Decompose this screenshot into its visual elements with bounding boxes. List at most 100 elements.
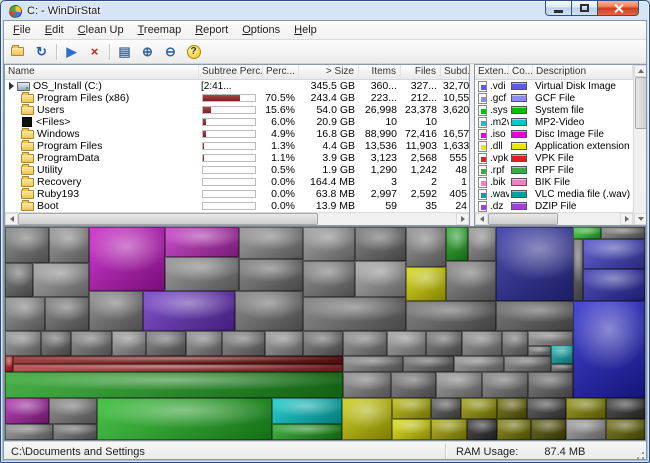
treemap-block[interactable] (497, 398, 527, 419)
scroll-track[interactable] (634, 129, 647, 213)
scroll-track[interactable] (558, 213, 620, 225)
treemap-block[interactable] (41, 331, 71, 355)
refresh-button[interactable]: ↻ (30, 41, 53, 62)
treemap-block[interactable] (33, 263, 90, 297)
tree-row-files[interactable]: <Files>6.0%20.9 GB1010 (5, 116, 469, 128)
treemap-block[interactable] (165, 257, 239, 291)
treemap-block[interactable] (446, 227, 468, 261)
treemap-block[interactable] (528, 331, 574, 345)
treemap-block[interactable] (436, 372, 482, 398)
treemap-block[interactable] (146, 331, 186, 355)
treemap-block[interactable] (467, 419, 497, 440)
treemap-block[interactable] (355, 227, 407, 261)
extension-row-bik[interactable]: .bikBIK File (475, 176, 633, 188)
title-bar[interactable]: C: - WinDirStat (3, 1, 647, 20)
scroll-thumb[interactable] (635, 77, 647, 129)
scroll-right-button[interactable] (620, 213, 633, 225)
copy-button[interactable]: ▤ (113, 41, 136, 62)
treemap-block[interactable] (496, 301, 583, 331)
tree-row-ruby193[interactable]: Ruby1930.0%63.8 MB2,9972,592405 (5, 188, 469, 200)
treemap-block[interactable] (272, 398, 342, 424)
extension-row-rpf[interactable]: .rpfRPF File (475, 164, 633, 176)
treemap-block[interactable] (391, 372, 437, 398)
scroll-thumb[interactable] (488, 213, 558, 225)
treemap-block[interactable] (601, 227, 645, 239)
treemap-block[interactable] (431, 398, 461, 419)
play-button[interactable]: ▶ (60, 41, 83, 62)
minimize-button[interactable] (545, 1, 572, 16)
extension-row-vpk[interactable]: .vpkVPK File (475, 152, 633, 164)
column-header-exten[interactable]: Exten... (475, 65, 509, 79)
treemap-block[interactable] (5, 263, 33, 297)
tree-row-recovery[interactable]: Recovery0.0%164.4 MB321 (5, 176, 469, 188)
treemap-block[interactable] (461, 398, 497, 419)
treemap-block[interactable] (446, 261, 496, 301)
scroll-left-button[interactable] (475, 213, 488, 225)
treemap-block[interactable] (45, 297, 90, 331)
extension-row-dll[interactable]: .dllApplication extension (475, 140, 633, 152)
tree-row-programdata[interactable]: ProgramData1.1%3.9 GB3,1232,568555 (5, 152, 469, 164)
menu-file[interactable]: File (6, 22, 38, 38)
treemap-block[interactable] (303, 297, 406, 331)
treemap-block[interactable] (387, 331, 427, 355)
treemap-block[interactable] (566, 419, 606, 440)
treemap-block[interactable] (468, 227, 496, 261)
treemap-block[interactable] (5, 424, 53, 440)
treemap-block[interactable] (573, 227, 601, 239)
delete-button[interactable]: × (83, 41, 106, 62)
treemap-block[interactable] (527, 398, 567, 419)
treemap-block[interactable] (496, 227, 583, 301)
treemap-block[interactable] (426, 331, 462, 355)
column-header-files[interactable]: Files (401, 65, 441, 79)
treemap-block[interactable] (186, 331, 222, 355)
column-header-items[interactable]: Items (359, 65, 401, 79)
column-header-description[interactable]: Description (533, 65, 633, 79)
extension-vertical-scrollbar[interactable] (633, 65, 647, 225)
treemap-block[interactable] (53, 424, 98, 440)
directory-horizontal-scrollbar[interactable] (5, 212, 469, 225)
column-header-subd[interactable]: Subd... (441, 65, 470, 79)
column-header-name[interactable]: Name (5, 65, 199, 79)
treemap-block[interactable] (504, 356, 551, 372)
treemap-block[interactable] (303, 331, 343, 355)
treemap-block[interactable] (97, 398, 272, 440)
treemap-block[interactable] (551, 364, 574, 372)
treemap-block[interactable] (49, 398, 98, 424)
treemap-block[interactable] (89, 227, 165, 291)
zoom-out-button[interactable]: ⊖ (159, 41, 182, 62)
help-button[interactable]: ? (182, 41, 205, 62)
menu-options[interactable]: Options (235, 22, 287, 38)
treemap-block[interactable] (454, 356, 504, 372)
menu-report[interactable]: Report (188, 22, 235, 38)
treemap-block[interactable] (342, 398, 392, 440)
extension-row-iso[interactable]: .isoDisc Image File (475, 128, 633, 140)
treemap-block[interactable] (606, 398, 645, 419)
treemap-block[interactable] (5, 356, 13, 372)
tree-row-program-files-x86[interactable]: Program Files (x86)70.5%243.4 GB223...21… (5, 92, 469, 104)
treemap-block[interactable] (528, 372, 574, 398)
extension-row-dz[interactable]: .dzDZIP File (475, 200, 633, 212)
treemap-block[interactable] (49, 227, 90, 263)
tree-row-boot[interactable]: Boot0.0%13.9 MB593524 (5, 200, 469, 212)
column-header-perc[interactable]: Perc... (263, 65, 299, 79)
scroll-down-button[interactable] (634, 213, 647, 225)
treemap-block[interactable] (583, 239, 645, 269)
tree-row-os-install-c[interactable]: OS_Install (C:)[2:41...345.5 GB360...327… (5, 80, 469, 92)
menu-treemap[interactable]: Treemap (131, 22, 189, 38)
column-header-size[interactable]: > Size (299, 65, 359, 79)
treemap-block[interactable] (502, 331, 528, 355)
extension-horizontal-scrollbar[interactable] (475, 212, 633, 225)
scroll-up-button[interactable] (634, 65, 647, 77)
treemap-block[interactable] (406, 301, 495, 331)
treemap-block[interactable] (303, 261, 355, 297)
treemap-block[interactable] (551, 345, 574, 364)
tree-row-program-files[interactable]: Program Files1.3%4.4 GB13,53611,9031,633 (5, 140, 469, 152)
treemap-block[interactable] (272, 424, 342, 440)
scroll-left-button[interactable] (5, 213, 18, 225)
treemap-block[interactable] (343, 372, 391, 398)
treemap-block[interactable] (462, 331, 502, 355)
treemap-block[interactable] (566, 398, 606, 419)
scroll-thumb[interactable] (18, 213, 318, 225)
open-button[interactable] (7, 41, 30, 62)
treemap-block[interactable] (573, 239, 583, 301)
